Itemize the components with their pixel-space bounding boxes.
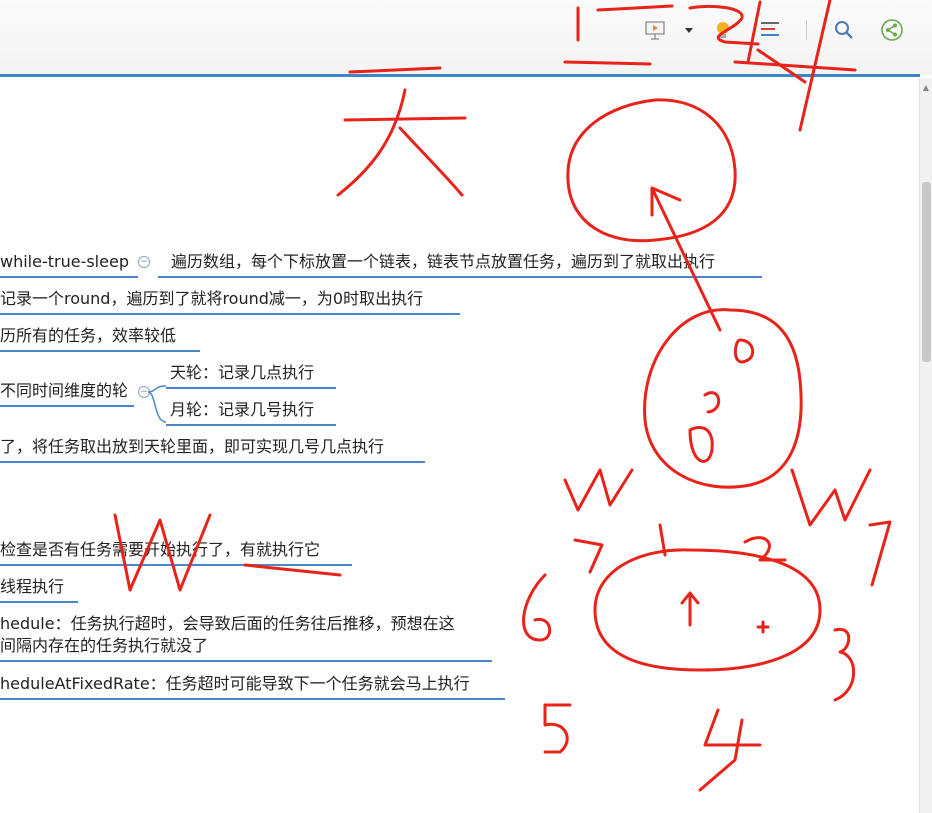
node-underline	[0, 350, 200, 352]
ink-digit-3	[833, 627, 856, 702]
node-underline	[0, 601, 78, 603]
ink-digit-6	[522, 573, 551, 642]
ink-w	[563, 468, 634, 512]
ink-arrowhead	[650, 186, 682, 217]
node-underline	[166, 424, 336, 426]
node-day-wheel[interactable]: 天轮：记录几点执行	[170, 363, 314, 383]
ink-digit-4	[698, 708, 762, 792]
node-underline	[0, 660, 492, 662]
search-icon[interactable]	[830, 18, 858, 42]
ink-digit-7	[868, 520, 892, 587]
ink-oval	[643, 308, 803, 489]
node-traverse-array[interactable]: 遍历数组，每个下标放置一个链表，链表节点放置任务，遍历到了就取出执行	[171, 252, 715, 272]
ink-stroke	[343, 116, 467, 122]
ink-digit	[703, 391, 720, 414]
node-round[interactable]: 记录一个round，遍历到了就将round减一，为0时取出执行	[0, 289, 423, 309]
toolbar-separator	[804, 18, 808, 42]
node-thread-exec[interactable]: 线程执行	[0, 577, 64, 597]
presentation-icon[interactable]	[642, 18, 668, 42]
toolbar-divider	[0, 74, 920, 77]
outline-icon[interactable]	[758, 18, 784, 42]
node-time-wheel[interactable]: 不同时间维度的轮	[0, 381, 128, 401]
node-while-true-sleep[interactable]: while-true-sleep	[0, 252, 129, 272]
top-toolbar	[0, 0, 932, 75]
node-underline	[166, 387, 336, 389]
node-month-wheel[interactable]: 月轮：记录几号执行	[170, 400, 314, 420]
node-schedule-line1[interactable]: hedule：任务执行超时，会导致后面的任务往后推移，预想在这	[0, 614, 455, 634]
ink-circle	[566, 98, 737, 243]
node-check-tasks[interactable]: 检查是否有任务需要开始执行了，有就执行它	[0, 540, 320, 560]
node-underline	[0, 405, 134, 407]
ink-stroke	[336, 88, 407, 197]
node-underline	[0, 461, 425, 463]
ink-digit	[688, 426, 714, 463]
node-underline	[158, 276, 762, 278]
node-underline	[0, 313, 460, 315]
node-underline	[0, 276, 138, 278]
branch-connector	[148, 385, 167, 423]
share-icon[interactable]	[878, 18, 906, 42]
node-schedule-line2[interactable]: 间隔内存在的任务执行就没了	[0, 636, 208, 656]
ink-clock-oval	[593, 548, 822, 672]
ink-cross	[756, 620, 770, 634]
node-fixed-rate[interactable]: heduleAtFixedRate：任务超时可能导致下一个任务就会马上执行	[0, 674, 470, 694]
ink-stroke	[398, 126, 464, 197]
scroll-up-icon[interactable]: ▲	[922, 84, 930, 92]
dropdown-arrow-icon[interactable]	[682, 18, 696, 42]
ink-digit-1	[658, 523, 667, 557]
node-traverse-all[interactable]: 历所有的任务，效率较低	[0, 326, 176, 346]
bulb-icon[interactable]	[710, 18, 736, 42]
ink-digit-7	[573, 538, 604, 574]
collapse-toggle-icon[interactable]: −	[138, 256, 150, 268]
node-move-to-day[interactable]: 了，将任务取出放到天轮里面，即可实现几号几点执行	[0, 437, 384, 457]
node-underline	[0, 564, 352, 566]
ink-clock-hand	[680, 591, 700, 627]
scrollbar-thumb[interactable]	[922, 182, 931, 362]
ink-stroke	[243, 563, 342, 577]
ink-digit	[733, 338, 755, 364]
ink-digit-5	[543, 703, 572, 754]
node-underline	[0, 698, 505, 700]
ink-w	[790, 468, 872, 527]
ink-digit-2	[743, 536, 787, 562]
